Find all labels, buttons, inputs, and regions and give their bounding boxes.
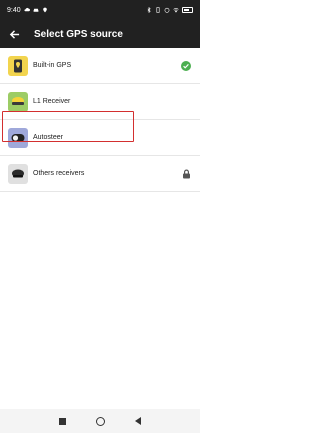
source-item-built-in-gps[interactable]: Built-in GPS	[0, 48, 200, 84]
back-triangle-icon[interactable]	[135, 417, 141, 425]
recents-square-icon[interactable]	[59, 417, 66, 425]
bluetooth-icon	[147, 7, 151, 13]
source-label: L1 Receiver	[33, 98, 71, 105]
car-icon	[33, 8, 39, 12]
status-time: 9:40	[7, 6, 21, 14]
back-button[interactable]	[0, 20, 28, 48]
receiver-dome-icon	[8, 91, 28, 112]
source-label: Others receivers	[33, 170, 85, 177]
cloud-icon	[24, 7, 30, 12]
source-item-others-receivers[interactable]: Others receivers	[0, 156, 200, 192]
check-circle-icon	[181, 60, 191, 71]
status-bar: 9:40	[0, 0, 200, 20]
page-title: Select GPS source	[34, 28, 123, 40]
phone-pin-icon	[8, 55, 28, 76]
lock-icon	[181, 169, 191, 179]
arrow-left-icon	[9, 29, 19, 39]
receiver-black-icon	[8, 163, 28, 184]
battery-icon	[182, 7, 193, 13]
vibrate-icon	[156, 7, 160, 13]
selection-highlight	[2, 111, 134, 142]
system-nav-bar	[0, 409, 200, 433]
alarm-icon	[164, 7, 170, 13]
source-label: Built-in GPS	[33, 62, 72, 69]
location-icon	[42, 7, 47, 13]
wifi-icon	[173, 8, 179, 13]
app-bar: Select GPS source	[0, 20, 200, 48]
home-circle-icon[interactable]	[96, 416, 105, 426]
